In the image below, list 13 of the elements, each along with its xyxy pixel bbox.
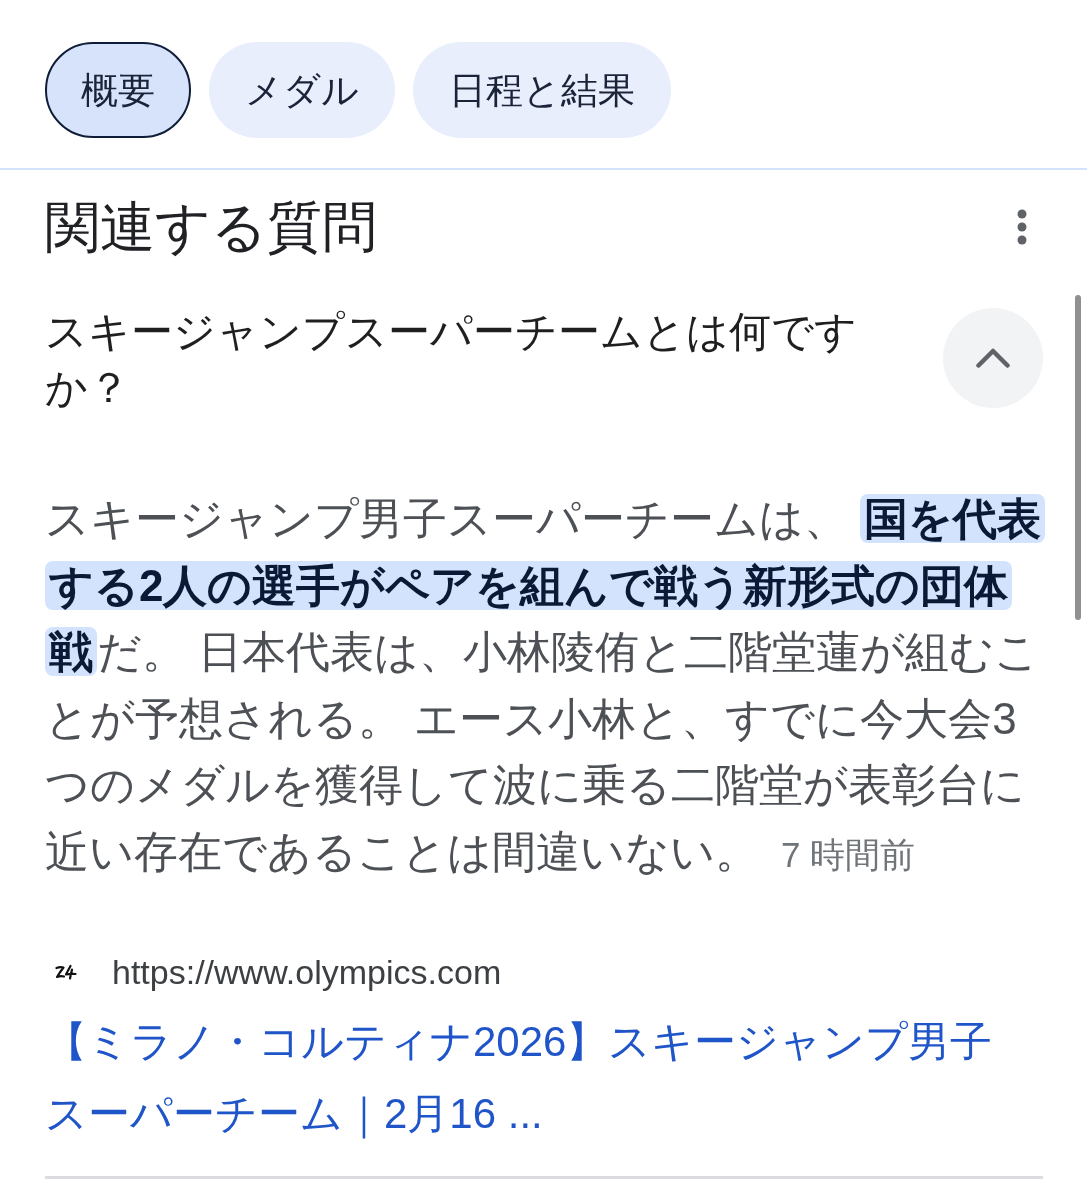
source-url: https://www.olympics.com bbox=[112, 952, 502, 993]
category-chip[interactable]: メダル bbox=[209, 42, 395, 138]
timestamp: 7 時間前 bbox=[781, 834, 916, 874]
scroll-bar[interactable] bbox=[1075, 295, 1081, 620]
chevron-up-icon bbox=[976, 348, 1010, 368]
section-heading: 関連する質問 bbox=[45, 195, 377, 260]
result-link[interactable]: 【ミラノ・コルティナ2026】スキージャンプ男子スーパーチーム｜2月16 ... bbox=[45, 1006, 1005, 1150]
category-chip[interactable]: 概要 bbox=[45, 42, 191, 138]
more-options-icon[interactable] bbox=[1017, 209, 1027, 245]
logo-icon bbox=[55, 964, 77, 980]
category-chip[interactable]: 日程と結果 bbox=[413, 42, 671, 138]
answer-text: スキージャンプ男子スーパーチームは、 国を代表する2人の選手がペアを組んで戦う新形式の団体戦だ。 日本代表は、小林陵侑と二階堂蓮が組むことが予想される。 エース小林と、すでに今大会3つのメダルを獲得して波に乗る二階堂が表彰台に近い存在であることは間違いない。 7 時間前 bbox=[45, 486, 1043, 888]
question-text[interactable]: スキージャンプスーパーチームとは何ですか？ bbox=[45, 304, 925, 416]
